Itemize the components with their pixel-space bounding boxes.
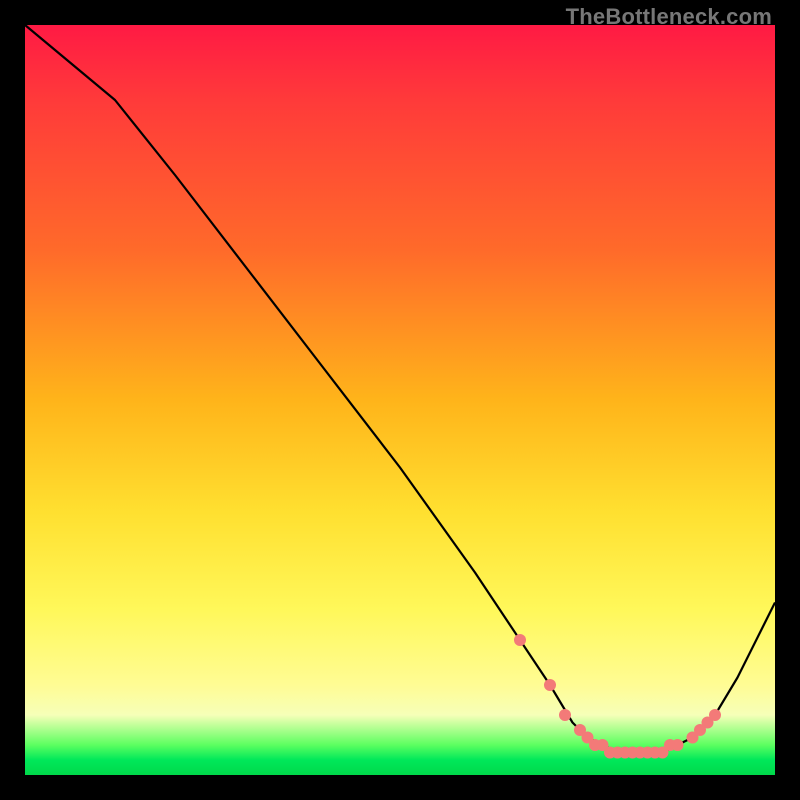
marker-point	[672, 739, 684, 751]
bottleneck-curve	[25, 25, 775, 753]
marker-point	[709, 709, 721, 721]
marker-group	[514, 634, 721, 759]
chart-frame: TheBottleneck.com	[0, 0, 800, 800]
marker-point	[514, 634, 526, 646]
marker-point	[544, 679, 556, 691]
chart-svg	[25, 25, 775, 775]
marker-point	[559, 709, 571, 721]
plot-area	[25, 25, 775, 775]
